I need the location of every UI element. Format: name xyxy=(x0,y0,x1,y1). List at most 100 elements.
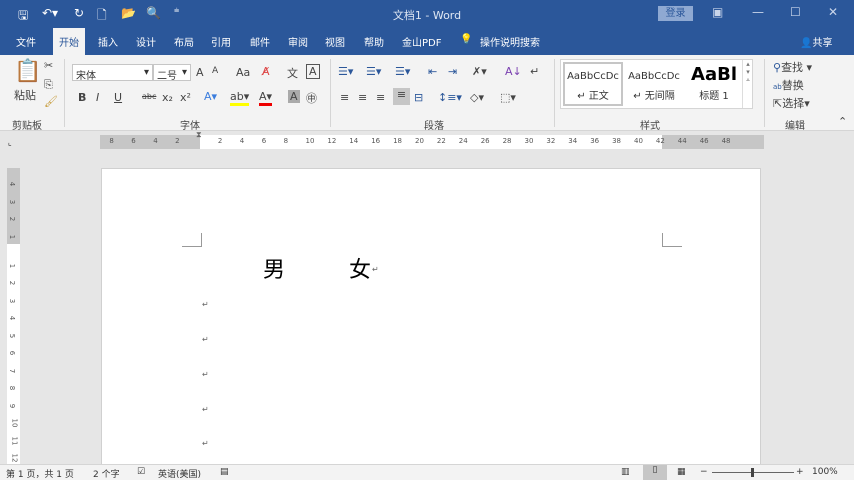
styles-scroll[interactable]: ▴ ▾ ⩡ xyxy=(742,60,753,108)
collapse-ribbon-icon[interactable]: ⌃ xyxy=(838,115,847,128)
zoom-in-button[interactable]: + xyxy=(796,467,804,477)
tab-file[interactable]: 文件 xyxy=(16,34,36,49)
multilevel-list-icon[interactable]: ☰▾ xyxy=(395,65,410,78)
find-button[interactable]: ⚲查找 ▾ xyxy=(773,59,812,75)
character-border-icon[interactable]: A xyxy=(306,64,320,79)
grow-font-icon[interactable]: A xyxy=(196,66,204,79)
tab-layout[interactable]: 布局 xyxy=(174,34,194,49)
login-button[interactable]: 登录 xyxy=(658,6,693,21)
paragraph-mark: ↵ xyxy=(202,405,209,414)
replace-icon: ab xyxy=(773,83,782,91)
paste-button[interactable]: 粘贴 xyxy=(14,87,36,103)
ruler-tick: 4 xyxy=(153,137,158,145)
ruler-tick: 16 xyxy=(371,137,381,145)
paragraph-mark: ↵ xyxy=(202,370,209,379)
paste-icon[interactable]: 📋 xyxy=(14,59,41,84)
character-shading-icon[interactable]: A xyxy=(288,90,300,103)
font-color-icon[interactable]: A▾ xyxy=(259,90,273,106)
superscript-button[interactable]: x² xyxy=(180,91,191,104)
tab-mailings[interactable]: 邮件 xyxy=(250,34,270,49)
tab-insert[interactable]: 插入 xyxy=(98,34,118,49)
strikethrough-button[interactable]: abc xyxy=(142,92,156,101)
font-name-select[interactable]: 宋体 ▾ xyxy=(72,64,153,82)
share-label: 共享 xyxy=(812,38,833,49)
vertical-ruler-tick: 2 xyxy=(8,280,17,286)
ruler-tick: 6 xyxy=(131,137,136,145)
italic-button[interactable]: I xyxy=(96,91,99,104)
language[interactable]: 英语(美国) xyxy=(158,467,201,480)
close-button[interactable]: ✕ xyxy=(828,5,838,19)
decrease-indent-icon[interactable]: ⇤ xyxy=(428,65,437,78)
bold-button[interactable]: B xyxy=(78,91,86,104)
web-layout-icon[interactable]: ▦ xyxy=(677,467,686,477)
vertical-ruler-tick: 1 xyxy=(8,263,17,268)
align-center-icon[interactable]: ≡ xyxy=(358,91,367,104)
tab-review[interactable]: 审阅 xyxy=(288,34,308,49)
maximize-button[interactable]: ☐ xyxy=(790,5,801,19)
tab-view[interactable]: 视图 xyxy=(325,34,345,49)
zoom-out-button[interactable]: − xyxy=(700,467,708,477)
sort-icon[interactable]: A↓ xyxy=(505,65,522,78)
cut-icon[interactable]: ✂ xyxy=(44,59,53,72)
style-normal[interactable]: AaBbCcDc ↵ 正文 xyxy=(563,62,623,106)
text-effects-icon[interactable]: A▾ xyxy=(204,90,217,103)
print-layout-icon[interactable]: ▯ xyxy=(643,465,667,480)
read-mode-icon[interactable]: ▥ xyxy=(621,467,630,477)
vertical-ruler-tick: 4 xyxy=(8,315,17,321)
document-page[interactable]: 男 女 ↵ ↵ ↵ ↵ ↵ ↵ xyxy=(101,168,761,468)
phonetic-guide-icon[interactable]: 文 xyxy=(287,65,298,81)
highlight-icon[interactable]: ab▾ xyxy=(230,90,250,106)
align-left-icon[interactable]: ≡ xyxy=(340,91,349,104)
zoom-slider-thumb[interactable] xyxy=(751,468,754,477)
tell-me-search[interactable]: 操作说明搜索 xyxy=(480,34,540,49)
shading-icon[interactable]: ◇▾ xyxy=(470,91,484,104)
ruler-tick: 38 xyxy=(612,137,622,145)
indent-marker-icon[interactable]: ⧗ xyxy=(196,130,202,140)
vertical-ruler-tick: 3 xyxy=(8,298,17,303)
format-painter-icon[interactable]: 🖌 xyxy=(44,95,58,108)
numbering-icon[interactable]: ☰▾ xyxy=(366,65,381,78)
macro-icon[interactable]: ▤ xyxy=(220,467,229,477)
replace-button[interactable]: ab替换 xyxy=(773,77,804,93)
underline-button[interactable]: U xyxy=(114,91,122,104)
minimize-button[interactable]: — xyxy=(752,5,764,19)
group-paragraph: 段落 xyxy=(424,121,444,132)
align-right-icon[interactable]: ≡ xyxy=(376,91,385,104)
bullets-icon[interactable]: ☰▾ xyxy=(338,65,353,78)
enclose-characters-icon[interactable]: ㊥ xyxy=(306,90,317,106)
clear-formatting-icon[interactable]: A̸ xyxy=(262,65,270,78)
copy-icon[interactable]: ⎘ xyxy=(44,78,53,92)
share-button[interactable]: 👤共享 xyxy=(800,34,832,49)
vertical-ruler-tick: 7 xyxy=(8,368,17,373)
style-no-spacing[interactable]: AaBbCcDc ↵ 无间隔 xyxy=(624,62,684,106)
line-spacing-icon[interactable]: ↕≡▾ xyxy=(438,91,462,104)
ruler-tick: 10 xyxy=(305,137,315,145)
style-heading-1[interactable]: AaBl 标题 1 xyxy=(684,62,744,106)
tab-design[interactable]: 设计 xyxy=(136,34,156,49)
font-size-select[interactable]: 二号 ▾ xyxy=(153,64,191,82)
ruler-tick: 46 xyxy=(699,137,709,145)
tab-help[interactable]: 帮助 xyxy=(364,34,384,49)
word-count[interactable]: 2 个字 xyxy=(93,467,120,480)
page-count[interactable]: 第 1 页，共 1 页 xyxy=(6,467,74,480)
distributed-icon[interactable]: ⊟ xyxy=(414,91,423,104)
ruler-tick: 36 xyxy=(590,137,600,145)
ruler-tick: 32 xyxy=(546,137,556,145)
zoom-level[interactable]: 100% xyxy=(812,467,838,477)
ribbon-display-icon[interactable]: ▣ xyxy=(712,5,723,19)
proofing-icon[interactable]: ☑ xyxy=(137,467,145,477)
subscript-button[interactable]: x₂ xyxy=(162,91,173,104)
increase-indent-icon[interactable]: ⇥ xyxy=(448,65,457,78)
select-button[interactable]: ⇱选择▾ xyxy=(773,95,810,111)
chinese-layout-icon[interactable]: ✗▾ xyxy=(472,65,487,78)
tab-home[interactable]: 开始 xyxy=(53,28,85,55)
change-case-button[interactable]: Aa xyxy=(236,66,250,79)
shrink-font-icon[interactable]: A xyxy=(212,66,218,76)
show-marks-icon[interactable]: ↵ xyxy=(530,65,539,78)
tab-kingsoft-pdf[interactable]: 金山PDF xyxy=(402,34,441,49)
borders-icon[interactable]: ⬚▾ xyxy=(500,91,516,104)
justify-icon[interactable]: ≡ xyxy=(393,88,410,105)
ruler-tick: 24 xyxy=(458,137,468,145)
ruler-tick: 34 xyxy=(568,137,578,145)
tab-references[interactable]: 引用 xyxy=(211,34,231,49)
